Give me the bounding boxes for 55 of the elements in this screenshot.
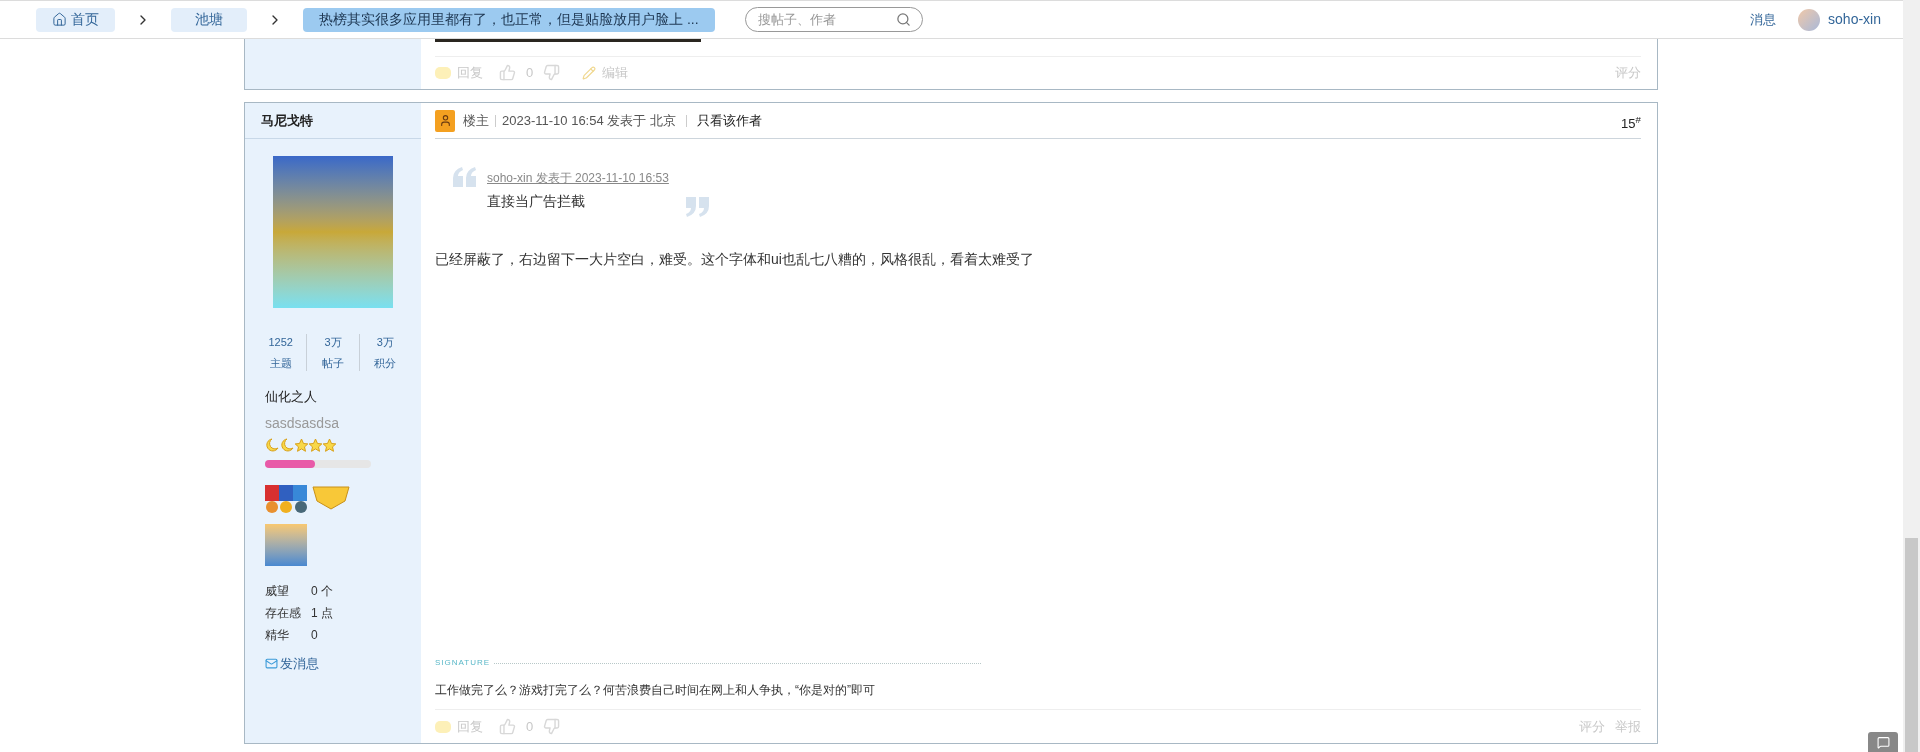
star-icon xyxy=(309,437,322,452)
stat-value: 3万 xyxy=(376,335,394,350)
thumbs-up-icon[interactable] xyxy=(499,64,516,82)
chat-button[interactable] xyxy=(1868,732,1898,752)
detail-value: 1 点 xyxy=(311,604,333,622)
user-avatar[interactable] xyxy=(1798,8,1821,31)
search-field[interactable]: 搜帖子、作者 xyxy=(744,7,923,32)
author-only-link[interactable]: 只看该作者 xyxy=(696,110,762,131)
quote-text: 直接当广告拦截 xyxy=(487,192,586,211)
author-name[interactable]: 马尼戈特 xyxy=(261,110,313,131)
thumbs-down-icon[interactable] xyxy=(543,64,561,82)
reply-icon xyxy=(435,66,451,79)
stat-label: 帖子 xyxy=(322,355,344,371)
detail-value: 0 个 xyxy=(311,582,333,600)
signature-label: SIGNATURE xyxy=(435,657,491,669)
stat-label: 积分 xyxy=(374,355,397,371)
open-quote-icon xyxy=(453,167,477,187)
stat-value: 3万 xyxy=(324,335,342,350)
scrollbar[interactable] xyxy=(1903,0,1920,752)
pencil-icon xyxy=(582,65,597,80)
author-badge-icon xyxy=(435,109,455,132)
post-body: 已经屏蔽了，右边留下一大片空白，难受。这个字体和ui也乱七八糟的，风格很乱，看着太难受了 xyxy=(435,250,1035,269)
username-link[interactable]: soho-xin xyxy=(1828,9,1881,30)
moon-icon xyxy=(280,437,294,452)
thumbs-down-icon[interactable] xyxy=(543,718,561,735)
breadcrumb-link[interactable]: 池塘 xyxy=(171,7,247,32)
sticker-placeholder xyxy=(265,523,307,566)
post-time: 2023-11-10 16:54 发表于 北京 xyxy=(502,111,676,130)
chat-icon xyxy=(1876,735,1890,749)
quote-source-link[interactable]: soho-xin 发表于 2023-11-10 16:53 xyxy=(487,169,669,187)
star-icon xyxy=(323,437,336,452)
breadcrumb-link[interactable]: 首页 xyxy=(36,7,115,32)
detail-label: 威望 xyxy=(265,582,290,600)
detail-label: 精华 xyxy=(265,626,290,644)
home-icon xyxy=(52,12,67,27)
scrollbar-thumb[interactable] xyxy=(1905,538,1918,752)
breadcrumb-link[interactable]: 热榜其实很多应用里都有了，也正常，但是贴脸放用户脸上 ... xyxy=(303,7,715,32)
detail-value: 0 xyxy=(311,626,318,644)
signature-text: 工作做完了么？游戏打完了么？何苦浪费自己时间在网上和人争执，“你是对的”即可 xyxy=(435,682,876,699)
reply-icon xyxy=(435,720,451,733)
thumbs-up-icon[interactable] xyxy=(499,718,516,735)
messages-link[interactable]: 消息 xyxy=(1750,9,1777,30)
stat-value: 1252 xyxy=(268,335,293,350)
star-icon xyxy=(295,437,308,452)
moon-icon xyxy=(265,437,279,452)
floor-number: 15$^{#}$ xyxy=(1621,113,1641,133)
detail-label: 存在感 xyxy=(265,604,302,622)
mail-icon xyxy=(265,656,278,670)
user-title: 仙化之人 xyxy=(265,388,318,406)
custom-title: sasdsasdsa xyxy=(265,413,340,433)
search-icon[interactable] xyxy=(895,12,911,27)
send-message-link[interactable]: 发消息 xyxy=(265,653,401,673)
close-quote-icon xyxy=(684,197,709,217)
role-label: 楼主 xyxy=(463,111,489,130)
stat-label: 主题 xyxy=(269,355,292,371)
